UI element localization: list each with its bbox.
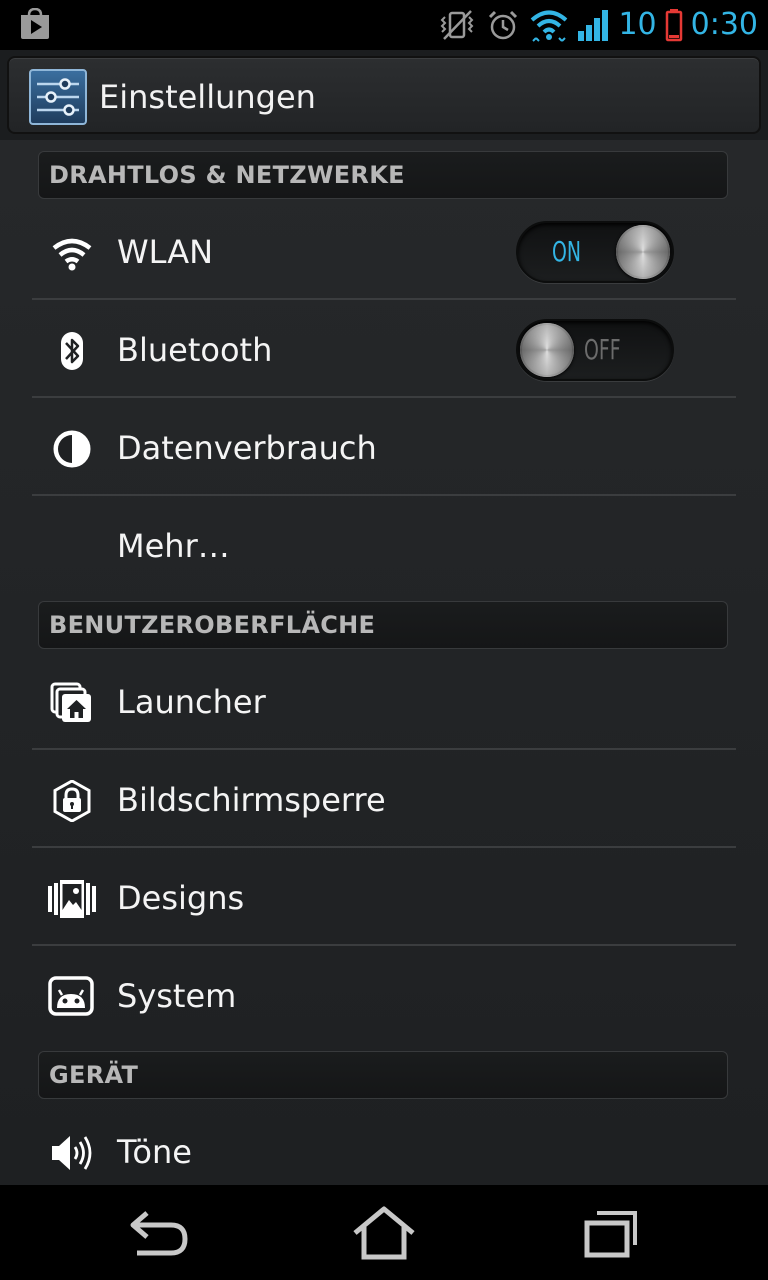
- settings-item-lock-screen[interactable]: Bildschirmsperre: [32, 752, 736, 848]
- toggle-knob: [520, 323, 574, 377]
- wlan-toggle[interactable]: ON: [516, 221, 674, 283]
- back-icon[interactable]: [125, 1205, 195, 1261]
- themes-picture-icon: [48, 880, 96, 918]
- wifi-icon: [531, 10, 568, 42]
- toggle-state-label: OFF: [584, 333, 621, 366]
- toggle-knob: [616, 225, 670, 279]
- settings-item-system[interactable]: System: [32, 948, 736, 1044]
- divider: [32, 748, 736, 750]
- signal-icon: [578, 10, 609, 41]
- bluetooth-toggle[interactable]: OFF: [516, 319, 674, 381]
- settings-item-wlan[interactable]: WLAN ON: [32, 204, 736, 300]
- battery-icon: [665, 9, 682, 42]
- alarm-icon: [489, 10, 518, 40]
- settings-item-label: Bildschirmsperre: [117, 781, 386, 819]
- settings-sliders-icon[interactable]: [29, 69, 87, 125]
- clock: 0:30: [690, 7, 758, 42]
- play-store-icon: [21, 8, 49, 39]
- action-bar: Einstellungen: [7, 56, 761, 134]
- lock-screen-icon: [53, 780, 91, 822]
- wifi-icon: [52, 238, 92, 271]
- divider: [32, 494, 736, 496]
- settings-item-label: Launcher: [117, 683, 266, 721]
- divider: [32, 846, 736, 848]
- settings-item-label: System: [117, 977, 237, 1015]
- settings-item-label: Bluetooth: [117, 331, 273, 369]
- battery-percent: 10: [618, 7, 657, 42]
- settings-item-sounds[interactable]: Töne: [32, 1104, 736, 1185]
- settings-item-bluetooth[interactable]: Bluetooth OFF: [32, 302, 736, 398]
- settings-item-label: WLAN: [117, 233, 214, 271]
- settings-list[interactable]: DRAHTLOS & NETZWERKE WLAN ON Bluetooth O…: [0, 140, 768, 1185]
- vibrate-off-icon: [441, 10, 474, 40]
- divider: [32, 944, 736, 946]
- status-bar: 10 0:30: [0, 0, 768, 50]
- divider: [32, 298, 736, 300]
- settings-item-label: Designs: [117, 879, 245, 917]
- home-icon[interactable]: [349, 1205, 419, 1261]
- launcher-home-icon: [50, 682, 91, 722]
- settings-item-label: Datenverbrauch: [117, 429, 377, 467]
- toggle-state-label: ON: [552, 235, 582, 268]
- data-usage-icon: [53, 430, 91, 468]
- divider: [32, 396, 736, 398]
- section-header-device: GERÄT: [38, 1051, 728, 1099]
- status-icons: 10 0:30: [438, 0, 758, 50]
- settings-item-label: Mehr…: [117, 527, 230, 565]
- settings-item-designs[interactable]: Designs: [32, 850, 736, 946]
- navigation-bar: [0, 1185, 768, 1280]
- settings-screen: 10 0:30 Einstellungen DRAHTLOS & NETZWER…: [0, 0, 768, 1280]
- settings-item-label: Töne: [117, 1133, 192, 1171]
- section-header-wireless: DRAHTLOS & NETZWERKE: [38, 151, 728, 199]
- bluetooth-icon: [61, 332, 83, 370]
- settings-item-more[interactable]: Mehr…: [32, 498, 736, 594]
- settings-item-data-usage[interactable]: Datenverbrauch: [32, 400, 736, 496]
- page-title: Einstellungen: [99, 78, 316, 116]
- system-android-icon: [48, 976, 94, 1016]
- settings-item-launcher[interactable]: Launcher: [32, 654, 736, 750]
- recent-apps-icon[interactable]: [575, 1205, 645, 1261]
- section-header-user-interface: BENUTZEROBERFLÄCHE: [38, 601, 728, 649]
- speaker-icon: [52, 1136, 92, 1170]
